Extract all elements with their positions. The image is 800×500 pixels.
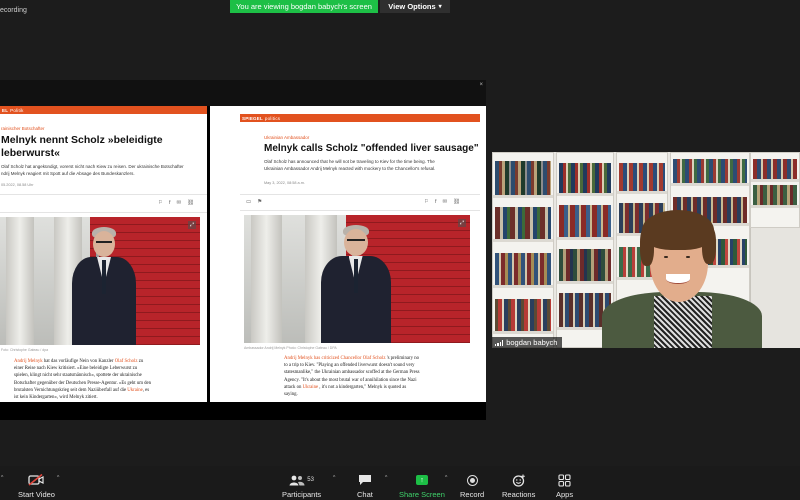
photo-caption: Foto: Christophe Gateau / dpa [1,348,49,352]
facebook-icon[interactable]: f [435,199,437,205]
twitter-icon[interactable]: ⚐ [424,199,429,205]
spiegel-logo: SPIEGEL [242,115,263,121]
article-kicker: Ukrainian Ambassador [264,135,310,140]
reactions-button[interactable]: Reactions [502,472,535,499]
facebook-icon[interactable]: f [169,200,171,206]
section-label: Politik [10,107,24,113]
shared-screen[interactable]: × EL Politik rainischer Botschafter Meln… [0,80,486,420]
email-icon[interactable]: ✉ [442,199,447,205]
participant-video-tile[interactable]: bogdan babych [492,152,800,348]
meeting-controls-toolbar: ^ Start Video ^ 53 Participants ^ Chat ^… [0,466,800,500]
article-date: 05.2022, 08.58 Uhr [1,183,34,187]
article-actions: ▭ ⚑ [246,199,262,205]
apps-button[interactable]: Apps [556,472,573,499]
chevron-down-icon: ▾ [438,4,442,10]
share-screen-button[interactable]: ↑ Share Screen [399,472,445,499]
body-link[interactable]: Ukraine [303,385,318,390]
zoom-meeting-window: ecording You are viewing bogdan babych's… [0,0,800,500]
share-caret-icon[interactable]: ^ [445,475,447,481]
spiegel-header-bar: EL Politik [0,106,207,114]
chat-button[interactable]: Chat [357,472,373,499]
divider [0,194,207,195]
photo-caption: Ambassador Andrij Melnyk Photo: Christop… [244,346,337,350]
viewing-screen-banner: You are viewing bogdan babych's screen [230,0,378,13]
connection-signal-icon [495,339,504,346]
article-standfirst: Olaf Scholz hat angekündigt, vorerst nic… [1,164,184,176]
article-headline: Melnyk nennt Scholz »beleidigte leberwur… [1,134,163,160]
shared-screen-bottom-strip [0,402,486,420]
article-standfirst: Olaf Scholz has announced that he will n… [264,159,436,171]
participant-name: bogdan babych [506,338,558,347]
close-icon[interactable]: × [479,82,483,88]
expand-icon[interactable]: ⤢ [188,221,196,229]
shared-screen-top-strip: × [0,80,486,106]
article-page-english[interactable]: SPIEGEL politics Ukrainian Ambassador Me… [210,106,486,402]
audio-options-caret-icon[interactable]: ^ [1,475,3,481]
email-icon[interactable]: ✉ [176,200,181,206]
participant-person [602,208,762,348]
record-button[interactable]: Record [460,472,484,499]
video-options-caret-icon[interactable]: ^ [57,475,59,481]
body-link[interactable]: Andrij Melnyk has criticized Chancellor … [284,356,386,361]
record-icon [466,474,478,486]
start-video-button[interactable]: Start Video [18,472,55,499]
body-link[interactable]: Andrij Melnyk [14,359,43,364]
article-page-german[interactable]: EL Politik rainischer Botschafter Melnyk… [0,106,207,402]
article-headline: Melnyk calls Scholz "offended liver saus… [264,143,479,154]
video-off-icon [28,472,45,488]
divider [240,210,480,211]
body-link[interactable]: Ukraine [127,388,142,393]
recording-indicator: ecording [0,7,27,14]
comment-icon[interactable]: ▭ [246,199,251,205]
article-share-toolbar: ⚐ f ✉ ⛓ [424,199,460,205]
expand-icon[interactable]: ⤢ [458,219,466,227]
divider [240,194,480,195]
link-icon[interactable]: ⛓ [453,199,460,205]
article-photo[interactable]: ⤢ [0,217,200,345]
participants-button[interactable]: 53 Participants [282,472,321,499]
article-share-toolbar: ⚐ f ✉ ⛓ [158,200,194,206]
bookmark-icon[interactable]: ⚑ [257,199,262,205]
article-body: Andrij Melnyk has criticized Chancellor … [284,356,420,397]
article-body: Andrij Melnyk hat das vorläufige Nein vo… [14,359,152,400]
chat-icon [358,472,372,488]
article-kicker: rainischer Botschafter [1,126,45,131]
divider [0,212,207,213]
spiegel-header-bar: SPIEGEL politics [240,114,480,122]
chat-caret-icon[interactable]: ^ [385,475,387,481]
share-screen-icon: ↑ [415,475,428,485]
participant-name-tag: bogdan babych [492,337,563,348]
body-link[interactable]: Olaf Scholz [115,359,138,364]
link-icon[interactable]: ⛓ [187,200,194,206]
article-date: May 3, 2022, 08:58 a.m. [264,181,305,185]
article-photo[interactable]: ⤢ [244,215,470,343]
smiley-plus-icon [512,472,526,488]
participants-icon: 53 [289,472,314,488]
view-options-label: View Options [388,2,436,11]
bookshelf [492,152,554,348]
participants-caret-icon[interactable]: ^ [333,475,335,481]
comment-icon[interactable]: ⚐ [158,200,163,206]
spiegel-logo: EL [2,107,9,113]
view-options-button[interactable]: View Options ▾ [380,0,450,13]
participant-count: 53 [307,477,314,483]
section-label: politics [264,115,281,121]
apps-icon [558,472,571,488]
